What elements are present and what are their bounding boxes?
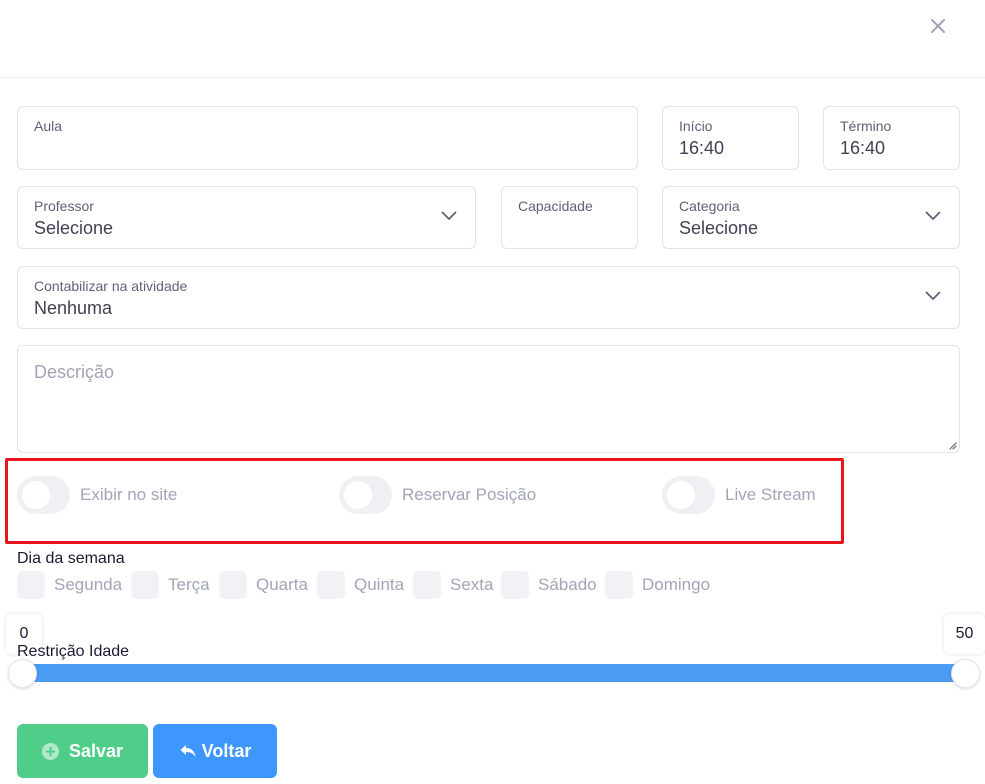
day-label: Quarta xyxy=(256,575,308,594)
plus-circle-icon xyxy=(41,742,59,760)
capacidade-label: Capacidade xyxy=(518,198,593,214)
day-checkbox-sexta[interactable]: Sexta xyxy=(413,571,493,599)
day-label: Domingo xyxy=(642,575,711,594)
toggle-track[interactable] xyxy=(17,476,70,514)
capacidade-input[interactable]: Capacidade xyxy=(501,186,638,249)
toggle-exibir-no-site[interactable]: Exibir no site xyxy=(17,476,177,514)
toggle-track[interactable] xyxy=(662,476,715,514)
termino-input[interactable]: Término 16:40 xyxy=(823,106,960,170)
categoria-label: Categoria xyxy=(679,198,740,214)
save-button[interactable]: Salvar xyxy=(17,724,148,778)
day-checkbox-quarta[interactable]: Quarta xyxy=(219,571,308,599)
day-checkbox-segunda[interactable]: Segunda xyxy=(17,571,122,599)
descricao-placeholder: Descrição xyxy=(34,362,115,382)
toggle-live-stream[interactable]: Live Stream xyxy=(662,476,816,514)
professor-value: Selecione xyxy=(34,218,114,238)
toggle-reservar-posicao[interactable]: Reservar Posição xyxy=(339,476,536,514)
contabilizar-label: Contabilizar na atividade xyxy=(34,278,188,294)
categoria-value: Selecione xyxy=(679,218,759,238)
checkbox[interactable] xyxy=(131,571,159,599)
header-divider xyxy=(0,77,985,78)
toggle-knob xyxy=(667,481,695,509)
back-button[interactable]: Voltar xyxy=(153,724,277,778)
close-button[interactable] xyxy=(924,12,952,40)
inicio-value: 16:40 xyxy=(679,138,725,158)
checkbox[interactable] xyxy=(17,571,45,599)
back-button-label: Voltar xyxy=(201,740,252,761)
descricao-textarea[interactable]: Descrição xyxy=(17,345,960,453)
range-max-tooltip: 50 xyxy=(944,614,985,654)
day-label: Sábado xyxy=(538,575,597,594)
professor-select[interactable]: Professor Selecione xyxy=(17,186,476,249)
age-range-max-handle[interactable] xyxy=(951,659,980,688)
toggle-label: Reservar Posição xyxy=(402,485,537,504)
day-checkbox-terca[interactable]: Terça xyxy=(131,571,210,599)
toggle-knob xyxy=(344,481,372,509)
termino-label: Término xyxy=(840,118,892,134)
day-checkbox-domingo[interactable]: Domingo xyxy=(605,571,710,599)
toggle-label: Exibir no site xyxy=(80,485,178,504)
close-icon xyxy=(931,19,945,33)
chevron-down-icon xyxy=(441,211,457,220)
aula-label: Aula xyxy=(34,118,63,134)
checkbox[interactable] xyxy=(501,571,529,599)
categoria-select[interactable]: Categoria Selecione xyxy=(662,186,960,249)
day-label: Sexta xyxy=(450,575,494,594)
day-label: Terça xyxy=(168,575,210,594)
save-button-label: Salvar xyxy=(68,740,124,761)
chevron-down-icon xyxy=(925,291,941,300)
checkbox[interactable] xyxy=(219,571,247,599)
checkbox[interactable] xyxy=(317,571,345,599)
toggle-label: Live Stream xyxy=(725,485,816,504)
contabilizar-select[interactable]: Contabilizar na atividade Nenhuma xyxy=(17,266,960,329)
age-range-track[interactable] xyxy=(22,664,966,682)
day-label: Quinta xyxy=(354,575,405,594)
day-label: Segunda xyxy=(54,575,123,594)
reply-arrow-icon xyxy=(179,743,197,759)
termino-value: 16:40 xyxy=(840,138,886,158)
toggle-knob xyxy=(22,481,50,509)
toggle-track[interactable] xyxy=(339,476,392,514)
checkbox[interactable] xyxy=(605,571,633,599)
restricao-idade-title: Restrição Idade xyxy=(17,643,130,660)
contabilizar-value: Nenhuma xyxy=(34,298,113,318)
age-range-min-handle[interactable] xyxy=(8,659,37,688)
day-checkbox-sabado[interactable]: Sábado xyxy=(501,571,597,599)
inicio-input[interactable]: Início 16:40 xyxy=(662,106,799,170)
day-checkbox-quinta[interactable]: Quinta xyxy=(317,571,404,599)
chevron-down-icon xyxy=(925,211,941,220)
checkbox[interactable] xyxy=(413,571,441,599)
aula-input[interactable]: Aula xyxy=(17,106,638,170)
professor-label: Professor xyxy=(34,198,94,214)
dia-semana-title: Dia da semana xyxy=(17,550,125,567)
inicio-label: Início xyxy=(679,118,713,134)
resize-grip-icon[interactable] xyxy=(947,440,957,450)
